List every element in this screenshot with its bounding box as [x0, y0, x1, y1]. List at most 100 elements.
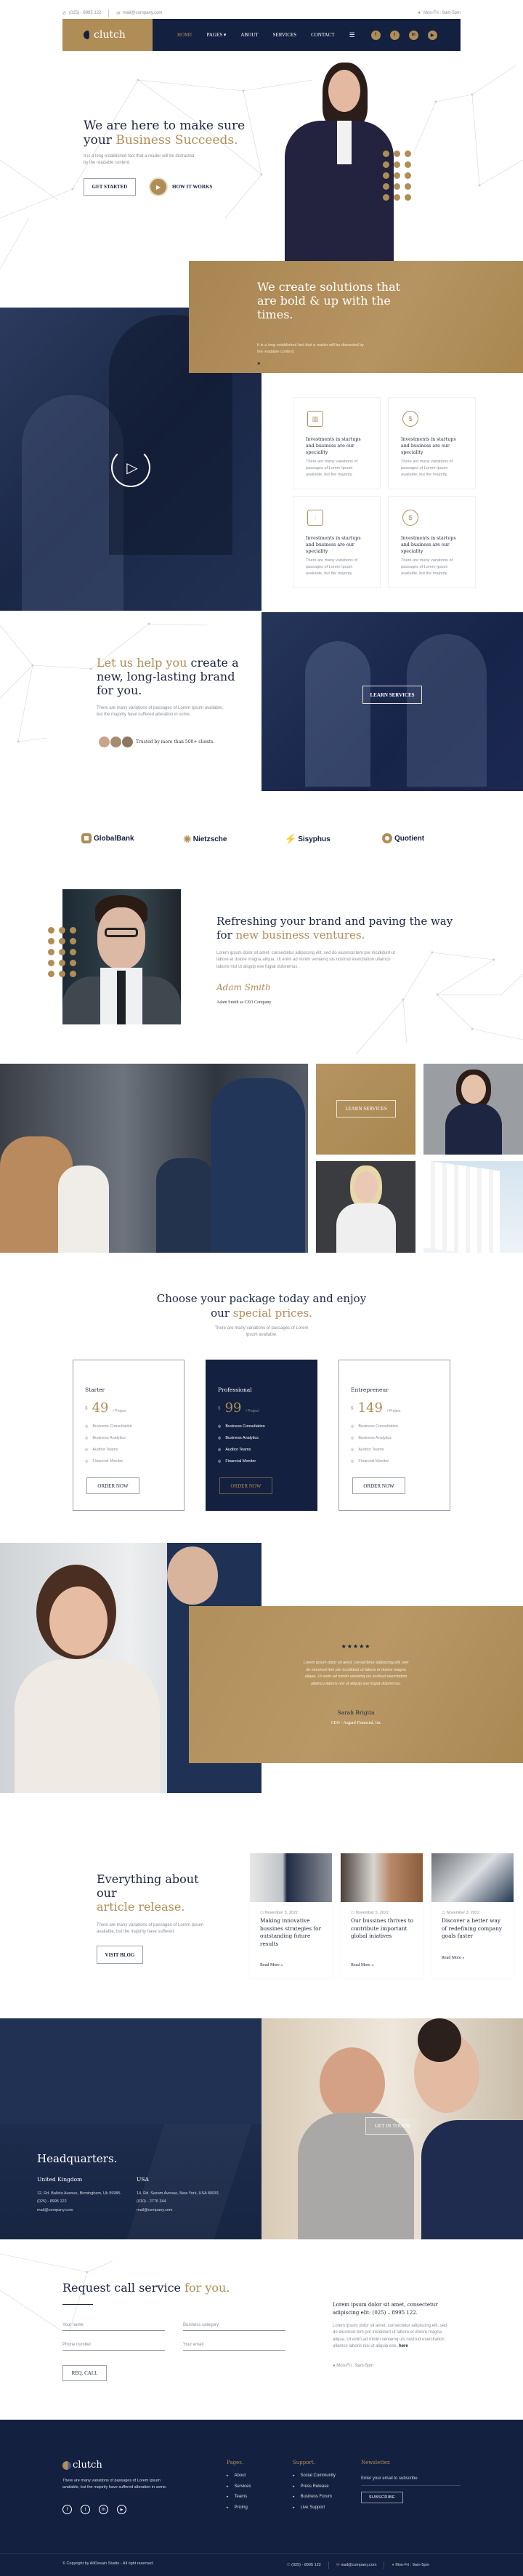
trusted-clients: Trusted by more than 500+ clients.	[98, 736, 214, 748]
learn-services-button[interactable]: LEARN SERVICES	[362, 686, 422, 704]
post-date: ▭ November 3, 2022	[442, 1911, 479, 1915]
rating-stars: ★★★★★	[341, 1643, 371, 1650]
solutions-title: We create solutions that are bold & up w…	[257, 280, 401, 321]
topbar-email[interactable]: mail@company.com	[123, 11, 162, 15]
nav-pages[interactable]: PAGES ▾	[207, 32, 227, 38]
hero-text: It is a long established fact that a rea…	[84, 154, 195, 166]
here-link[interactable]: here	[399, 2344, 408, 2348]
nav-contact[interactable]: CONTACT	[311, 32, 335, 38]
about-text: Lorem ipsum dolor sit amet, consectetur …	[216, 951, 395, 969]
footer-contacts: ✆ (025) - 8995 122 ✉ mail@company.com ● …	[287, 2561, 430, 2569]
sun-icon: ✺	[183, 833, 192, 845]
read-more-link[interactable]: Read More »	[351, 1963, 373, 1967]
topbar-hours: Mon-Fri : 9am-5pm	[423, 11, 461, 15]
visit-blog-button[interactable]: VISIT BLOG	[97, 1946, 143, 1964]
footer-social: f t in ▶	[62, 2505, 126, 2514]
footer-link[interactable]: Live Support	[293, 2505, 336, 2516]
pricing-card: Professional $ 99/ Project Business Cons…	[206, 1360, 317, 1511]
hamburger-menu-icon[interactable]: ☰	[349, 31, 355, 39]
order-now-button[interactable]: ORDER NOW	[352, 1477, 405, 1494]
plan-feature: Auditor Teams	[218, 1448, 305, 1459]
footer-link[interactable]: Pricing	[227, 2505, 251, 2516]
email-input[interactable]: Your email	[183, 2343, 285, 2351]
signature-caption: Adam Smith as CEO Company	[216, 1000, 272, 1005]
signature: Adam Smith	[216, 982, 271, 992]
post-title[interactable]: Making innovative bussines strategies fo…	[260, 1917, 323, 1948]
nav-services[interactable]: SERVICES	[273, 32, 297, 38]
get-in-touch-button[interactable]: GET IN TOUCH	[365, 2117, 419, 2135]
youtube-icon[interactable]: ▶	[117, 2505, 126, 2514]
plan-feature: Financial Monitor	[85, 1459, 172, 1471]
pages-heading: Pages.	[227, 2460, 244, 2465]
subscribe-button[interactable]: SUBSCRIBE	[361, 2492, 403, 2503]
how-it-works-button[interactable]: ▶ HOW IT WORKS	[149, 177, 212, 196]
get-started-button[interactable]: GET STARTED	[84, 178, 136, 196]
twitter-icon[interactable]: t	[81, 2505, 90, 2514]
newsletter-heading: Newsletter.	[361, 2460, 391, 2465]
play-video-button[interactable]: ▷	[111, 448, 150, 487]
blog-image	[341, 1853, 423, 1902]
partner-logos: GlobalBank ✺ Nietzsche ⚡ Sisyphus Quotient	[81, 833, 459, 848]
name-input[interactable]: Your name	[62, 2323, 165, 2331]
facebook-icon[interactable]: f	[62, 2505, 72, 2514]
footer-link[interactable]: Services	[227, 2484, 251, 2495]
order-now-button[interactable]: ORDER NOW	[219, 1477, 272, 1494]
money-exchange-icon: $	[402, 411, 418, 427]
team-meeting-image	[0, 1064, 308, 1253]
topbar-phone[interactable]: (025) - 8995 122	[69, 11, 101, 15]
read-more-link[interactable]: Read More »	[442, 1956, 464, 1960]
envelope-icon: ✉	[116, 11, 121, 16]
avatar	[110, 736, 122, 748]
hero-woman-image	[270, 63, 397, 261]
businesswoman-image	[423, 1064, 523, 1155]
candlestick-icon: ⫶	[307, 510, 323, 526]
footer-link[interactable]: Teams	[227, 2495, 251, 2505]
clock-icon: ●	[418, 11, 421, 15]
calendar-icon: ▭	[442, 1911, 447, 1915]
logo[interactable]: clutch	[62, 19, 153, 51]
navbar: clutch HOME PAGES ▾ ABOUT SERVICES CONTA…	[62, 19, 461, 51]
decorative-dots	[48, 927, 76, 977]
footer-link[interactable]: Press Release	[293, 2484, 336, 2495]
twitter-icon[interactable]: t	[389, 30, 400, 40]
blog-card[interactable]: ▭ November 5, 2022 Our bussines thrives …	[341, 1853, 423, 1978]
avatar	[98, 736, 110, 748]
youtube-icon[interactable]: ▶	[427, 30, 437, 40]
linkedin-icon[interactable]: in	[99, 2505, 108, 2514]
plan-feature: Business Analytics	[85, 1436, 172, 1448]
calendar-icon: ▭	[351, 1911, 356, 1915]
post-title[interactable]: Our bussines thrives to contribute impor…	[351, 1917, 414, 1941]
business-category-input[interactable]: Business category	[183, 2323, 285, 2331]
footer-divider	[0, 2553, 523, 2554]
newsletter-email-input[interactable]: Enter your email to subscribe	[361, 2476, 461, 2486]
blog-card[interactable]: ▭ November 3, 2022 Discover a better way…	[431, 1853, 514, 1978]
request-call-button[interactable]: REQ. CALL	[62, 2365, 107, 2381]
footer-link[interactable]: Social Community	[293, 2473, 336, 2484]
post-date: ▭ November 5, 2022	[260, 1911, 298, 1915]
nav-home[interactable]: HOME	[177, 32, 192, 38]
read-more-link[interactable]: Read More »	[260, 1963, 283, 1967]
blog-text: There are many variations of passages of…	[97, 1923, 204, 1935]
solutions-more-link[interactable]: »	[257, 360, 260, 366]
plan-feature: Financial Monitor	[218, 1459, 305, 1471]
blog-card[interactable]: ▭ November 5, 2022 Making innovative bus…	[250, 1853, 332, 1978]
footer-link[interactable]: About	[227, 2473, 251, 2484]
post-title[interactable]: Discover a better way of redefining comp…	[442, 1917, 505, 1941]
plan-feature: Auditor Teams	[85, 1448, 172, 1459]
logo-nietzsche: ✺ Nietzsche	[183, 833, 227, 845]
plan-feature: Business Consultation	[218, 1424, 305, 1436]
facebook-icon[interactable]: f	[370, 30, 381, 40]
q-icon	[382, 833, 392, 843]
footer-link[interactable]: Business Forum	[293, 2495, 336, 2505]
feature-card: $ Investments in startups and business a…	[388, 496, 476, 588]
order-now-button[interactable]: ORDER NOW	[86, 1477, 139, 1494]
gallery-learn-services-button[interactable]: LEARN SERVICES	[336, 1100, 396, 1118]
contact-info-text: Lorem ipsum dolor sit amet, consectetur …	[333, 2324, 447, 2348]
phone-icon: ✆	[62, 11, 67, 16]
linkedin-icon[interactable]: in	[408, 30, 418, 40]
phone-input[interactable]: Phone number	[62, 2343, 165, 2351]
blog-image	[250, 1853, 332, 1902]
footer-logo[interactable]: clutch	[62, 2460, 102, 2471]
nav-about[interactable]: ABOUT	[240, 32, 258, 38]
footer: clutch There are many variations of pass…	[0, 2420, 523, 2576]
